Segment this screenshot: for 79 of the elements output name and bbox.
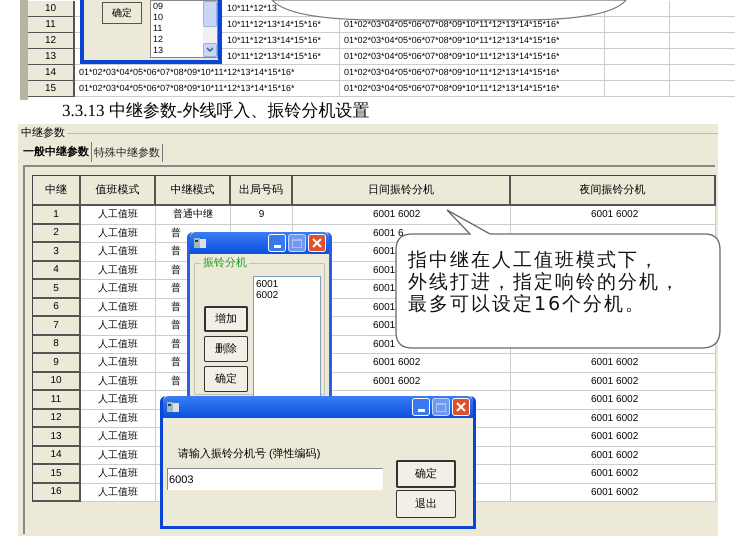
tab[interactable]: 一般中继参数 [21, 142, 92, 162]
table-cell: 01*02*03*04*05*06*07*08*09*10*11*12*13*14*15*16* [340, 65, 605, 81]
table-cell: 6001 6002 [511, 206, 716, 224]
table-cell: 6001 6002 [511, 428, 716, 446]
table-cell: 6001 6002 [293, 206, 511, 224]
dialog-button[interactable]: 增加 [204, 306, 248, 332]
row-header: 13 [28, 49, 75, 65]
table-cell: 01*02*03*04*05*06*07*08*09*10*11*12*13*14*15*16* [340, 49, 605, 65]
section-heading: 3.3.13 中继参数-外线呼入、振铃分机设置 [61, 100, 370, 122]
row-header: 2 [33, 224, 81, 243]
table-cell: 普通中继 [156, 206, 231, 224]
table-cell: 人工值班 [81, 354, 156, 372]
row-header: 3 [33, 243, 81, 262]
table-cell: 6001 6002 [511, 410, 716, 428]
table-cell: 6001 6002 [511, 446, 716, 465]
row-header: 15 [28, 81, 75, 97]
table-cell: 人工值班 [81, 298, 156, 317]
row-header: 6 [33, 298, 81, 317]
row-header: 9 [33, 354, 81, 372]
table-cell: 人工值班 [81, 465, 156, 484]
list-item[interactable]: 12 [153, 34, 203, 45]
column-header: 出局号码 [231, 176, 293, 206]
row-header: 11 [28, 17, 75, 33]
table-cell: 人工值班 [81, 224, 156, 243]
dialog-button[interactable]: 确定 [396, 460, 456, 488]
row-header: 16 [33, 484, 81, 502]
table-cell: 人工值班 [81, 372, 156, 391]
table-cell: 6001 6002 [511, 484, 716, 502]
group-title: 中继参数 [21, 126, 65, 141]
column-header: 夜间振铃分机 [511, 176, 716, 206]
table-cell: 01*02*03*04*05*06*07*08*09*10*11*12*13*14*15*16* [75, 65, 340, 81]
row-header: 14 [33, 446, 81, 465]
table-cell: 6001 6002 [511, 391, 716, 410]
row-header: 10 [28, 1, 75, 17]
row-header: 4 [33, 262, 81, 280]
input-field[interactable]: 6003 [167, 468, 383, 490]
table-cell: 人工值班 [81, 446, 156, 465]
dialog-button[interactable]: 确定 [204, 366, 248, 392]
column-header: 中继 [33, 176, 81, 206]
row-header: 12 [28, 33, 75, 49]
table-cell: 01*02*03*04*05*06*07*08*09*10*11*12*13*14*15*16* [75, 81, 340, 97]
table-cell: 人工值班 [81, 391, 156, 410]
list-item[interactable]: 09 [153, 1, 203, 12]
tab[interactable]: 特殊中继参数 [92, 144, 163, 162]
row-header: 7 [33, 317, 81, 336]
table-cell: 6001 6002 [511, 372, 716, 391]
table-cell: 人工值班 [81, 410, 156, 428]
table-cell: 人工值班 [81, 280, 156, 298]
table-cell: 01*02*03*04*05*06*07*08*09*10*11*12*13*14*15*16* [340, 81, 605, 97]
table-cell: 人工值班 [81, 484, 156, 502]
table-cell: 人工值班 [81, 262, 156, 280]
row-header: 10 [33, 372, 81, 391]
table-cell: 人工值班 [81, 428, 156, 446]
dialog-button[interactable]: 退出 [396, 490, 456, 518]
confirm-button[interactable]: 确定 [102, 2, 142, 24]
row-header: 12 [33, 410, 81, 428]
row-header: 14 [28, 65, 75, 81]
table-cell: 6001 6002 [511, 465, 716, 484]
column-header: 中继模式 [156, 176, 231, 206]
table-cell: 人工值班 [81, 317, 156, 336]
list-item[interactable]: 6001 [256, 279, 320, 290]
column-header: 日间振铃分机 [293, 176, 511, 206]
table-cell: 01*02*03*04*05*06*07*08*09*10*11*12*13*14*15*16* [340, 33, 605, 49]
table-cell: 9 [231, 206, 293, 224]
row-header: 8 [33, 336, 81, 354]
table-cell: 人工值班 [81, 336, 156, 354]
prompt-label: 请输入振铃分机号 (弹性编码) [178, 447, 320, 462]
row-header: 13 [33, 428, 81, 446]
list-item[interactable]: 11 [153, 23, 203, 34]
row-header: 15 [33, 465, 81, 484]
table-cell: 人工值班 [81, 206, 156, 224]
row-header: 11 [33, 391, 81, 410]
row-header: 5 [33, 280, 81, 298]
row-header: 1 [33, 206, 81, 224]
list-item[interactable]: 6002 [256, 290, 320, 301]
dialog-button[interactable]: 删除 [204, 336, 248, 362]
table-cell: 人工值班 [81, 243, 156, 262]
column-header: 值班模式 [81, 176, 156, 206]
table-cell: 6001 6002 [511, 354, 716, 372]
